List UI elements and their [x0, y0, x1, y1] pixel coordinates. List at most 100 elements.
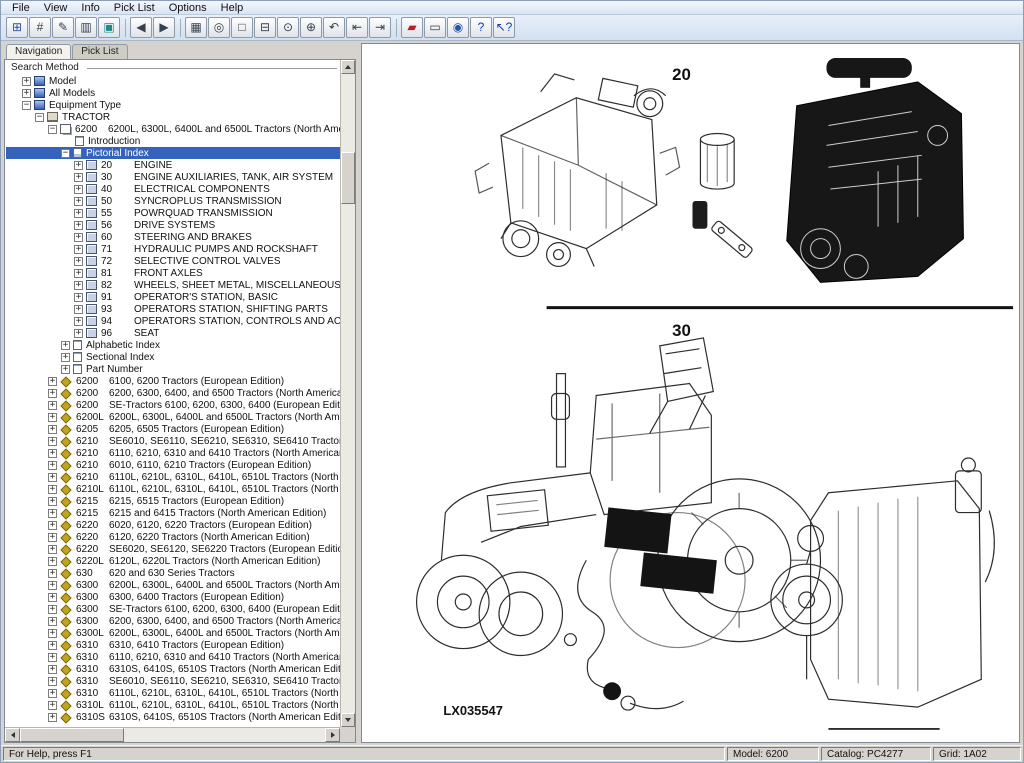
tree-item[interactable]: +6310L6110L, 6210L, 6310L, 6410L, 6510L …: [6, 699, 340, 711]
expand-icon[interactable]: +: [48, 629, 57, 638]
expand-icon[interactable]: +: [48, 641, 57, 650]
menu-item-info[interactable]: Info: [74, 1, 106, 15]
expand-icon[interactable]: +: [48, 437, 57, 446]
expand-icon[interactable]: +: [61, 341, 70, 350]
expand-icon[interactable]: +: [74, 281, 83, 290]
expand-icon[interactable]: +: [48, 617, 57, 626]
tree-item[interactable]: +93OPERATORS STATION, SHIFTING PARTS: [6, 303, 340, 315]
tree-item[interactable]: +20ENGINE: [6, 159, 340, 171]
graphics-window-icon[interactable]: ▣: [98, 17, 120, 38]
collapse-icon[interactable]: −: [35, 113, 44, 122]
tree-item[interactable]: +6210SE6010, SE6110, SE6210, SE6310, SE6…: [6, 435, 340, 447]
tree-item[interactable]: +Part Number: [6, 363, 340, 375]
expand-icon[interactable]: +: [74, 197, 83, 206]
scroll-down-icon[interactable]: [341, 713, 355, 727]
tree-item[interactable]: +96SEAT: [6, 327, 340, 339]
tree-item[interactable]: +62156215 and 6415 Tractors (North Ameri…: [6, 507, 340, 519]
scroll-left-icon[interactable]: [5, 728, 20, 742]
tree-item[interactable]: +63106310, 6410 Tractors (European Editi…: [6, 639, 340, 651]
expand-icon[interactable]: +: [48, 593, 57, 602]
expand-icon[interactable]: +: [74, 173, 83, 182]
tab-pick-list[interactable]: Pick List: [72, 44, 127, 59]
tree-item[interactable]: +63006200L, 6300L, 6400L and 6500L Tract…: [6, 579, 340, 591]
list-previous-icon[interactable]: ⇤: [346, 17, 368, 38]
expand-icon[interactable]: +: [48, 533, 57, 542]
tree-item[interactable]: +63006200, 6300, 6400, and 6500 Tractors…: [6, 615, 340, 627]
expand-icon[interactable]: +: [74, 161, 83, 170]
tree-item[interactable]: +All Models: [6, 87, 340, 99]
expand-icon[interactable]: +: [48, 545, 57, 554]
expand-icon[interactable]: +: [48, 677, 57, 686]
find-icon[interactable]: ⊙: [277, 17, 299, 38]
tree-item[interactable]: +62106110, 6210, 6310 and 6410 Tractors …: [6, 447, 340, 459]
tree-item[interactable]: +50SYNCROPLUS TRANSMISSION: [6, 195, 340, 207]
section-30-label[interactable]: 30: [672, 321, 691, 340]
tree-item[interactable]: +62006100, 6200 Tractors (European Editi…: [6, 375, 340, 387]
tree-item[interactable]: −TRACTOR: [6, 111, 340, 123]
tree-item[interactable]: +81FRONT AXLES: [6, 267, 340, 279]
print-icon[interactable]: ▭: [424, 17, 446, 38]
tree-item[interactable]: +6200SE-Tractors 6100, 6200, 6300, 6400 …: [6, 399, 340, 411]
expand-icon[interactable]: +: [48, 713, 57, 722]
collapse-icon[interactable]: −: [22, 101, 31, 110]
filter-parts-art[interactable]: [692, 133, 753, 258]
find-next-icon[interactable]: ⊕: [300, 17, 322, 38]
tree-item[interactable]: +62206120, 6220 Tractors (North American…: [6, 531, 340, 543]
tree-item[interactable]: +55POWRQUAD TRANSMISSION: [6, 207, 340, 219]
expand-icon[interactable]: +: [48, 401, 57, 410]
expand-icon[interactable]: +: [74, 245, 83, 254]
tree-item[interactable]: −62006200L, 6300L, 6400L and 6500L Tract…: [6, 123, 340, 135]
tree-item[interactable]: Introduction: [6, 135, 340, 147]
navigation-pane-icon[interactable]: ⊞: [6, 17, 28, 38]
sectional-grid-icon[interactable]: ▦: [185, 17, 207, 38]
expand-icon[interactable]: +: [61, 365, 70, 374]
tree-item[interactable]: +30ENGINE AUXILIARIES, TANK, AIR SYSTEM: [6, 171, 340, 183]
tree-item[interactable]: +Model: [6, 75, 340, 87]
tree-item[interactable]: +62106010, 6110, 6210 Tractors (European…: [6, 459, 340, 471]
vertical-scroll-thumb[interactable]: [341, 152, 355, 204]
expand-icon[interactable]: +: [48, 413, 57, 422]
expand-icon[interactable]: +: [74, 293, 83, 302]
scroll-right-icon[interactable]: [325, 728, 340, 742]
engine-dark-art[interactable]: [787, 58, 964, 282]
menu-item-help[interactable]: Help: [214, 1, 251, 15]
collapse-icon[interactable]: −: [61, 149, 70, 158]
scroll-up-icon[interactable]: [341, 60, 355, 74]
help-icon[interactable]: ?: [470, 17, 492, 38]
page-view-icon[interactable]: □: [231, 17, 253, 38]
engine-line-art[interactable]: [475, 74, 679, 267]
tree-item[interactable]: +82WHEELS, SHEET METAL, MISCELLANEOUS: [6, 279, 340, 291]
tree-item[interactable]: +Sectional Index: [6, 351, 340, 363]
expand-icon[interactable]: +: [74, 329, 83, 338]
context-help-icon[interactable]: ↖?: [493, 17, 515, 38]
horizontal-scrollbar[interactable]: [5, 727, 340, 742]
tree-item[interactable]: +62106110L, 6210L, 6310L, 6410L, 6510L T…: [6, 471, 340, 483]
tractor-line-art[interactable]: [417, 338, 821, 710]
expand-icon[interactable]: +: [74, 185, 83, 194]
pictorial-index-viewer[interactable]: 20: [361, 43, 1020, 743]
expand-icon[interactable]: +: [74, 221, 83, 230]
list-next-icon[interactable]: ⇥: [369, 17, 391, 38]
tree-item[interactable]: +6220L6120L, 6220L Tractors (North Ameri…: [6, 555, 340, 567]
tree-item[interactable]: +6300SE-Tractors 6100, 6200, 6300, 6400 …: [6, 603, 340, 615]
expand-icon[interactable]: +: [48, 497, 57, 506]
expand-icon[interactable]: +: [48, 473, 57, 482]
tree-item[interactable]: +6300L6200L, 6300L, 6400L and 6500L Trac…: [6, 627, 340, 639]
horizontal-scroll-thumb[interactable]: [20, 728, 124, 742]
tree-item[interactable]: −Equipment Type: [6, 99, 340, 111]
expand-icon[interactable]: +: [22, 77, 31, 86]
expand-icon[interactable]: +: [48, 581, 57, 590]
grid-number-icon[interactable]: #: [29, 17, 51, 38]
tree-item-selected[interactable]: −Pictorial Index: [6, 147, 340, 159]
tree-item[interactable]: +62206020, 6120, 6220 Tractors (European…: [6, 519, 340, 531]
expand-icon[interactable]: +: [74, 209, 83, 218]
expand-icon[interactable]: +: [74, 269, 83, 278]
expand-icon[interactable]: +: [74, 257, 83, 266]
menu-item-options[interactable]: Options: [162, 1, 214, 15]
expand-icon[interactable]: +: [61, 353, 70, 362]
tree-item[interactable]: +62156215, 6515 Tractors (European Editi…: [6, 495, 340, 507]
tree-item[interactable]: +63006300, 6400 Tractors (European Editi…: [6, 591, 340, 603]
globe-icon[interactable]: ◉: [447, 17, 469, 38]
engine-bottom-art[interactable]: [771, 458, 994, 729]
expand-icon[interactable]: +: [48, 425, 57, 434]
